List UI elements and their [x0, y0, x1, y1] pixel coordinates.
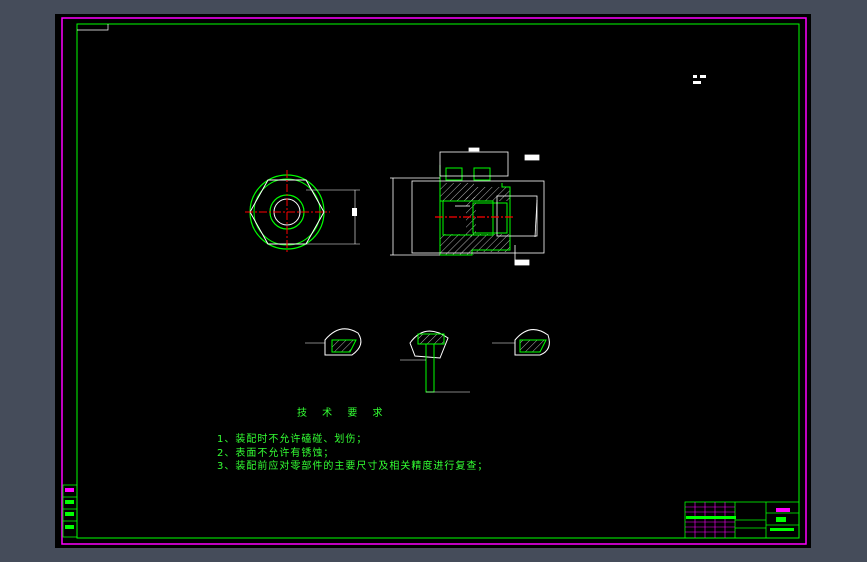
- detail-views: [305, 328, 550, 393]
- technical-requirements-title: 技 术 要 求: [297, 408, 389, 419]
- drawing-canvas[interactable]: 技 术 要 求 1、装配时不允许磕碰、划伤； 2、表面不允许有锈蚀； 3、装配前…: [55, 14, 811, 548]
- side-stamp-block: [62, 484, 78, 538]
- main-section-view: [390, 147, 545, 266]
- side-view-hex-nut: [245, 170, 360, 254]
- technical-requirement-3: 3、装配前应对零部件的主要尺寸及相关精度进行复查；: [217, 461, 489, 472]
- technical-requirement-1: 1、装配时不允许磕碰、划伤；: [217, 434, 368, 445]
- title-block: [684, 501, 800, 539]
- roughness-note: [693, 75, 706, 84]
